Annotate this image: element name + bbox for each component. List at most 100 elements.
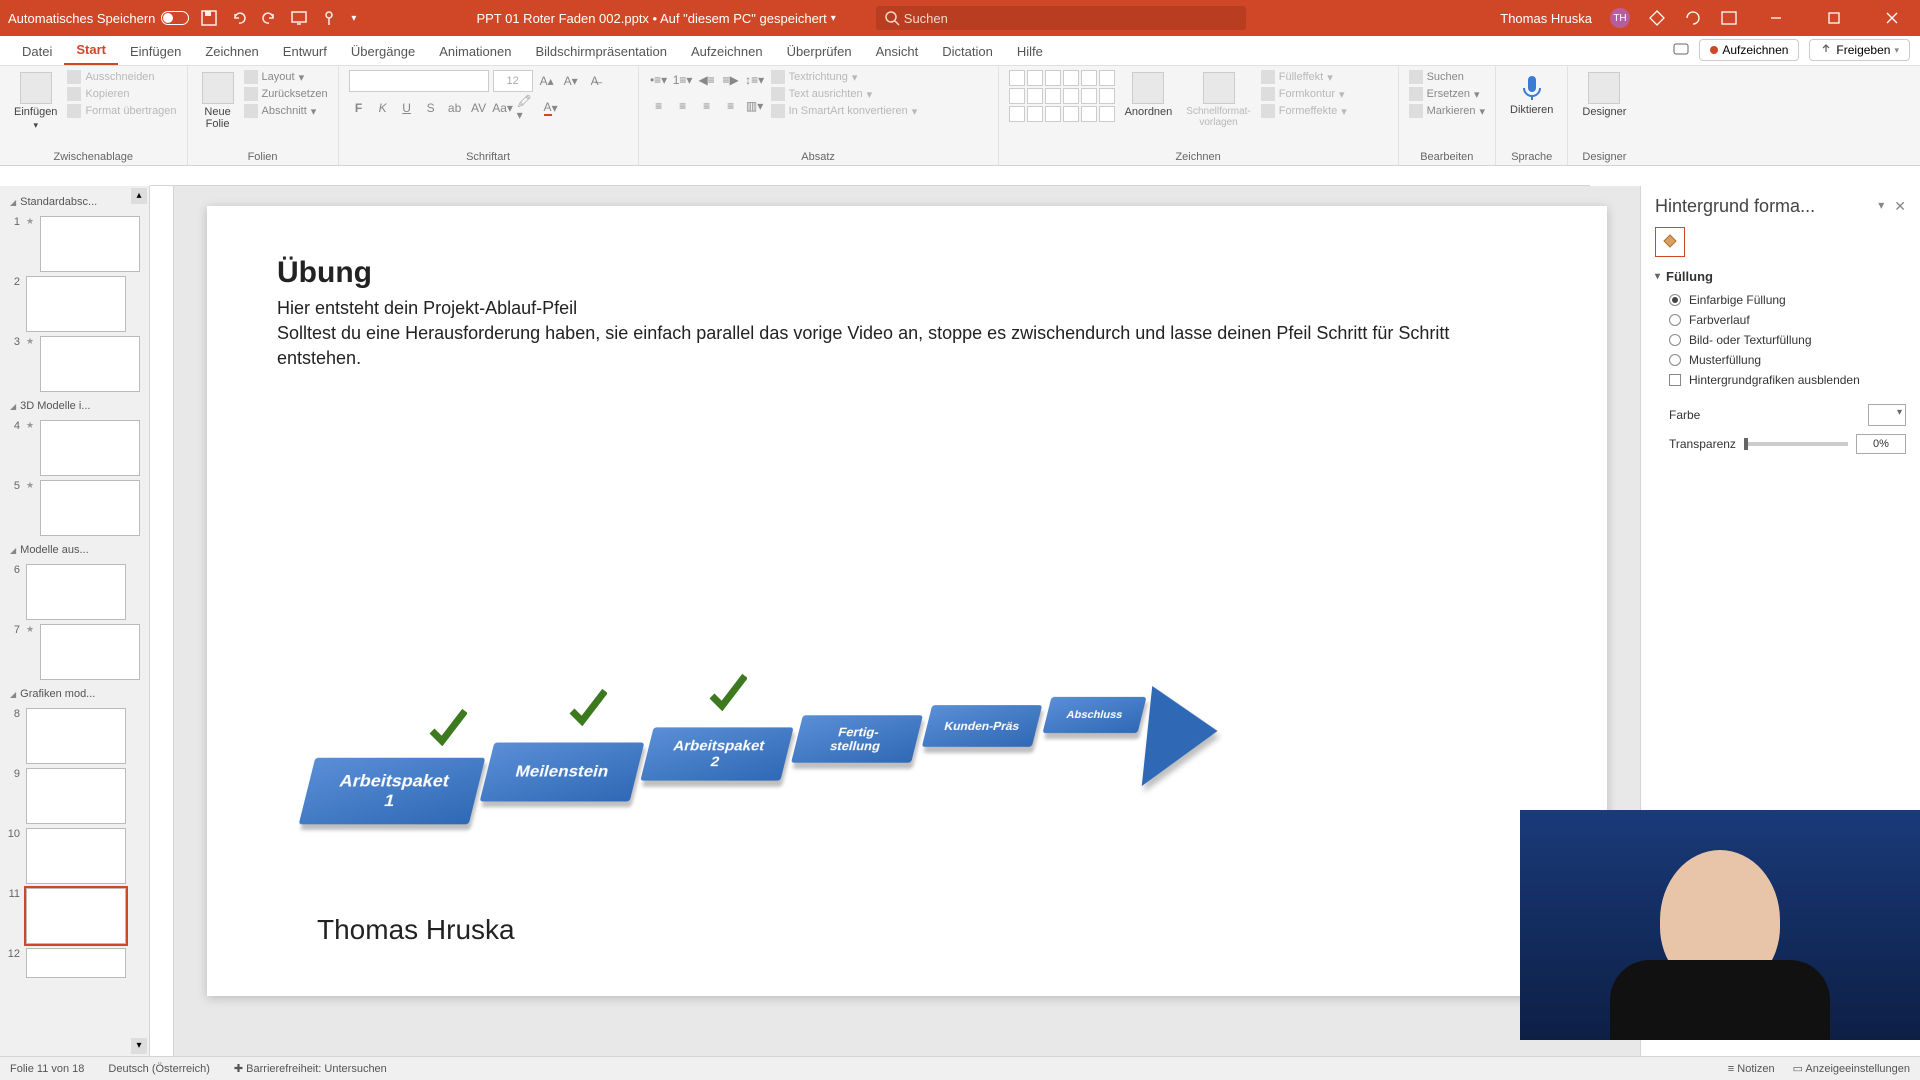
find-button[interactable]: Suchen bbox=[1409, 70, 1485, 84]
gradient-fill-radio[interactable]: Farbverlauf bbox=[1655, 310, 1906, 330]
user-name[interactable]: Thomas Hruska bbox=[1500, 11, 1592, 26]
author-name[interactable]: Thomas Hruska bbox=[317, 914, 515, 946]
section-button[interactable]: Abschnitt ▾ bbox=[244, 104, 328, 118]
numbering-button[interactable]: 1≡▾ bbox=[673, 70, 693, 90]
thumb-5[interactable]: 5★ bbox=[6, 480, 143, 536]
notes-button[interactable]: ≡ Notizen bbox=[1728, 1063, 1775, 1075]
quick-styles-button[interactable]: Schnellformat- vorlagen bbox=[1182, 70, 1254, 130]
maximize-button[interactable] bbox=[1814, 6, 1854, 30]
shadow-button[interactable]: ab bbox=[445, 98, 465, 118]
pattern-fill-radio[interactable]: Musterfüllung bbox=[1655, 350, 1906, 370]
present-icon[interactable] bbox=[291, 10, 307, 26]
redo-icon[interactable] bbox=[261, 10, 277, 26]
share-button[interactable]: Freigeben▾ bbox=[1809, 39, 1910, 61]
thumb-2[interactable]: 2 bbox=[6, 276, 143, 332]
window-icon[interactable] bbox=[1720, 9, 1738, 27]
section-header[interactable]: Standardabsc... bbox=[4, 192, 145, 212]
picture-fill-radio[interactable]: Bild- oder Texturfüllung bbox=[1655, 330, 1906, 350]
segment-3[interactable]: Arbeitspaket 2 bbox=[640, 727, 793, 780]
thumb-12[interactable]: 12 bbox=[6, 948, 143, 978]
slide-text-1[interactable]: Hier entsteht dein Projekt-Ablauf-Pfeil bbox=[277, 296, 1537, 321]
record-button[interactable]: Aufzeichnen bbox=[1699, 39, 1799, 61]
bullets-button[interactable]: •≡▾ bbox=[649, 70, 669, 90]
text-direction-button[interactable]: Textrichtung ▾ bbox=[771, 70, 918, 84]
clear-format-button[interactable]: A̶ bbox=[585, 71, 605, 91]
tab-uebergaenge[interactable]: Übergänge bbox=[339, 38, 427, 65]
thumb-11[interactable]: 11 bbox=[6, 888, 143, 944]
fill-tab-icon[interactable] bbox=[1655, 227, 1685, 257]
autosave-toggle[interactable]: Automatisches Speichern bbox=[8, 11, 189, 26]
touch-icon[interactable] bbox=[321, 10, 337, 26]
underline-button[interactable]: U bbox=[397, 98, 417, 118]
arrange-button[interactable]: Anordnen bbox=[1121, 70, 1177, 120]
thumb-9[interactable]: 9 bbox=[6, 768, 143, 824]
language-status[interactable]: Deutsch (Österreich) bbox=[108, 1063, 209, 1075]
slide-counter[interactable]: Folie 11 von 18 bbox=[10, 1063, 84, 1075]
spacing-button[interactable]: AV bbox=[469, 98, 489, 118]
align-right-button[interactable]: ≡ bbox=[697, 96, 717, 116]
line-spacing-button[interactable]: ↕≡▾ bbox=[745, 70, 765, 90]
tab-datei[interactable]: Datei bbox=[10, 38, 64, 65]
thumb-8[interactable]: 8 bbox=[6, 708, 143, 764]
title-dropdown-icon[interactable]: ▾ bbox=[831, 13, 836, 24]
solid-fill-radio[interactable]: Einfarbige Füllung bbox=[1655, 290, 1906, 310]
hide-bg-checkbox[interactable]: Hintergrundgrafiken ausblenden bbox=[1655, 370, 1906, 390]
shrink-font-button[interactable]: A▾ bbox=[561, 71, 581, 91]
tab-hilfe[interactable]: Hilfe bbox=[1005, 38, 1055, 65]
pane-options-icon[interactable]: ▾ bbox=[1878, 198, 1884, 215]
italic-button[interactable]: K bbox=[373, 98, 393, 118]
arrow-head[interactable] bbox=[1142, 686, 1223, 786]
scroll-up-button[interactable]: ▴ bbox=[131, 188, 147, 204]
minimize-button[interactable] bbox=[1756, 6, 1796, 30]
pane-close-icon[interactable]: ✕ bbox=[1894, 198, 1906, 215]
display-settings-button[interactable]: ▭ Anzeigeeinstellungen bbox=[1793, 1062, 1910, 1075]
segment-1[interactable]: Arbeitspaket 1 bbox=[299, 758, 486, 825]
cut-button[interactable]: Ausschneiden bbox=[67, 70, 176, 84]
user-avatar[interactable]: TH bbox=[1610, 8, 1630, 28]
strike-button[interactable]: S bbox=[421, 98, 441, 118]
case-button[interactable]: Aa▾ bbox=[493, 98, 513, 118]
tab-ansicht[interactable]: Ansicht bbox=[864, 38, 931, 65]
qat-more-icon[interactable]: ▾ bbox=[351, 13, 356, 24]
section-header[interactable]: Grafiken mod... bbox=[4, 684, 145, 704]
tab-ueberpruefen[interactable]: Überprüfen bbox=[775, 38, 864, 65]
copy-button[interactable]: Kopieren bbox=[67, 87, 176, 101]
tab-entwurf[interactable]: Entwurf bbox=[271, 38, 339, 65]
segment-6[interactable]: Abschluss bbox=[1042, 697, 1146, 733]
tab-animationen[interactable]: Animationen bbox=[427, 38, 523, 65]
tab-aufzeichnen[interactable]: Aufzeichnen bbox=[679, 38, 775, 65]
search-input[interactable] bbox=[876, 6, 1246, 30]
shape-effects-button[interactable]: Formeffekte ▾ bbox=[1261, 104, 1347, 118]
highlight-button[interactable]: 🖍▾ bbox=[517, 98, 537, 118]
tab-einfuegen[interactable]: Einfügen bbox=[118, 38, 193, 65]
paste-button[interactable]: Einfügen ▾ bbox=[10, 70, 61, 133]
shape-outline-button[interactable]: Formkontur ▾ bbox=[1261, 87, 1347, 101]
thumb-3[interactable]: 3★ bbox=[6, 336, 143, 392]
slide-title[interactable]: Übung bbox=[277, 256, 1537, 290]
columns-button[interactable]: ▥▾ bbox=[745, 96, 765, 116]
undo-icon[interactable] bbox=[231, 10, 247, 26]
tab-dictation[interactable]: Dictation bbox=[930, 38, 1005, 65]
align-justify-button[interactable]: ≡ bbox=[721, 96, 741, 116]
slide-text-2[interactable]: Solltest du eine Herausforderung haben, … bbox=[277, 321, 1537, 371]
layout-button[interactable]: Layout ▾ bbox=[244, 70, 328, 84]
tab-bildschirm[interactable]: Bildschirmpräsentation bbox=[523, 38, 679, 65]
align-left-button[interactable]: ≡ bbox=[649, 96, 669, 116]
format-painter-button[interactable]: Format übertragen bbox=[67, 104, 176, 118]
color-picker-button[interactable] bbox=[1868, 404, 1906, 426]
tab-start[interactable]: Start bbox=[64, 36, 118, 65]
grow-font-button[interactable]: A▴ bbox=[537, 71, 557, 91]
align-text-button[interactable]: Text ausrichten ▾ bbox=[771, 87, 918, 101]
document-title[interactable]: PPT 01 Roter Faden 002.pptx • Auf "diese… bbox=[476, 11, 826, 26]
reset-button[interactable]: Zurücksetzen bbox=[244, 87, 328, 101]
save-icon[interactable] bbox=[201, 10, 217, 26]
shapes-gallery[interactable] bbox=[1009, 70, 1115, 122]
align-center-button[interactable]: ≡ bbox=[673, 96, 693, 116]
thumb-1[interactable]: 1★ bbox=[6, 216, 143, 272]
section-header[interactable]: 3D Modelle i... bbox=[4, 396, 145, 416]
segment-2[interactable]: Meilenstein bbox=[480, 743, 645, 802]
comments-icon[interactable] bbox=[1673, 42, 1689, 58]
project-arrow-graphic[interactable]: Arbeitspaket 1 Meilenstein Arbeitspaket … bbox=[307, 626, 1207, 856]
font-size-combo[interactable]: 12 bbox=[493, 70, 533, 92]
thumb-4[interactable]: 4★ bbox=[6, 420, 143, 476]
